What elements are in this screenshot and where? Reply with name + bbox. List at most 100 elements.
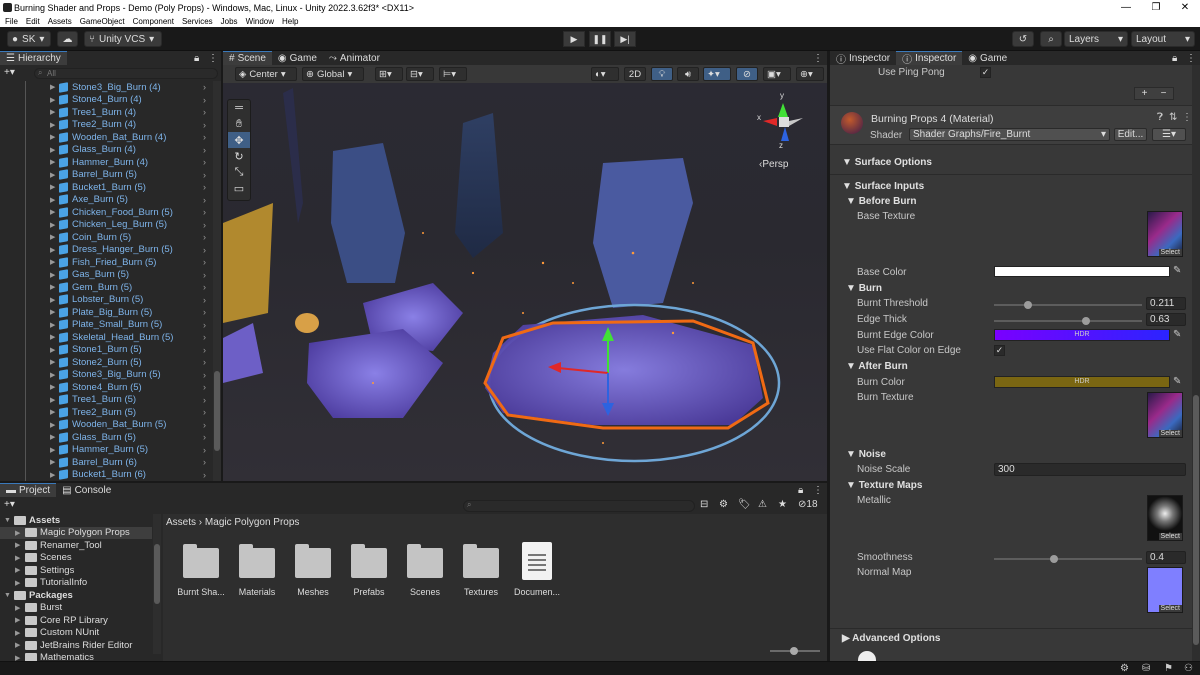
shader-dropdown[interactable]: Shader Graphs/Fire_Burnt ▾: [909, 128, 1110, 141]
burnt-threshold-field[interactable]: 0.211: [1146, 297, 1186, 310]
triangle-right-icon[interactable]: ▶: [50, 296, 55, 304]
folder-tree-item[interactable]: ▶ Settings: [0, 564, 152, 577]
orientation-gizmo[interactable]: y x z: [757, 91, 819, 153]
preset-icon[interactable]: ⇅: [1169, 112, 1177, 123]
chevron-right-icon[interactable]: ›: [203, 370, 206, 380]
triangle-right-icon[interactable]: ▶: [50, 246, 55, 254]
draw-mode-button[interactable]: ◐▾: [591, 67, 619, 81]
asset-item[interactable]: Materials: [229, 534, 285, 634]
hierarchy-row[interactable]: ▶ Stone4_Burn (4) ›: [0, 94, 212, 107]
close-button[interactable]: ✕: [1170, 0, 1200, 15]
edge-thick-slider[interactable]: [994, 317, 1142, 325]
base-texture-slot[interactable]: Select: [1147, 211, 1183, 257]
burnt-threshold-slider[interactable]: [994, 301, 1142, 309]
add-button[interactable]: +▾: [4, 67, 15, 78]
triangle-right-icon[interactable]: ▶: [15, 616, 20, 624]
search-filter-icon[interactable]: ⊟: [700, 499, 708, 510]
chevron-right-icon[interactable]: ›: [203, 270, 206, 280]
hierarchy-row[interactable]: ▶ Gas_Burn (5) ›: [0, 269, 212, 282]
label-filter-icon[interactable]: 🏷︎: [738, 499, 751, 510]
tab-console[interactable]: ▤ Console: [56, 483, 117, 497]
chevron-right-icon[interactable]: ›: [203, 420, 206, 430]
hierarchy-search-input[interactable]: ⌕ All: [34, 68, 218, 79]
chevron-right-icon[interactable]: ›: [203, 382, 206, 392]
hierarchy-row[interactable]: ▶ Stone4_Burn (5) ›: [0, 381, 212, 394]
layers-dropdown[interactable]: Layers ▾: [1064, 31, 1128, 47]
tab-game-inspector[interactable]: ◉ Game: [962, 51, 1013, 65]
menu-edit[interactable]: Edit: [26, 17, 40, 26]
hierarchy-row[interactable]: ▶ Hammer_Burn (4) ›: [0, 156, 212, 169]
tab-inspector-1[interactable]: ⓘ Inspector: [830, 51, 896, 66]
chevron-right-icon[interactable]: ›: [203, 282, 206, 292]
chevron-right-icon[interactable]: ›: [203, 457, 206, 467]
audio-toggle[interactable]: 🔊︎: [677, 67, 699, 81]
debug-icon[interactable]: ⚑: [1164, 663, 1173, 674]
projection-toggle[interactable]: ‹Persp: [759, 159, 788, 170]
menu-file[interactable]: File: [5, 17, 18, 26]
scrollbar-thumb[interactable]: [1193, 395, 1199, 645]
hierarchy-row[interactable]: ▶ Plate_Big_Burn (5) ›: [0, 306, 212, 319]
triangle-right-icon[interactable]: ▶: [50, 421, 55, 429]
maximize-button[interactable]: ❐: [1141, 0, 1171, 15]
create-button[interactable]: +▾: [4, 499, 15, 510]
triangle-right-icon[interactable]: ▶: [50, 308, 55, 316]
chevron-right-icon[interactable]: ›: [203, 320, 206, 330]
normal-map-slot[interactable]: Select: [1147, 567, 1183, 613]
warning-filter-icon[interactable]: ⚠: [758, 499, 767, 510]
favorite-icon[interactable]: ★: [778, 499, 787, 510]
triangle-right-icon[interactable]: ▶: [50, 433, 55, 441]
chevron-right-icon[interactable]: ›: [203, 120, 206, 130]
tree-scrollbar[interactable]: [153, 514, 161, 654]
slider-knob[interactable]: [1082, 317, 1091, 325]
hierarchy-row[interactable]: ▶ Stone2_Burn (5) ›: [0, 356, 212, 369]
noise-scale-field[interactable]: 300: [994, 463, 1186, 476]
breadcrumb-current[interactable]: Magic Polygon Props: [205, 517, 300, 528]
hierarchy-row[interactable]: ▶ Fish_Fried_Burn (5) ›: [0, 256, 212, 269]
pause-button[interactable]: ❚❚: [589, 31, 611, 47]
account-dropdown[interactable]: ● SK ▾: [7, 31, 51, 47]
scrollbar-thumb[interactable]: [214, 371, 220, 451]
lock-icon[interactable]: 🔒︎: [798, 485, 803, 496]
minimize-button[interactable]: —: [1111, 0, 1141, 15]
triangle-right-icon[interactable]: ▶: [50, 358, 55, 366]
grid-snap-button[interactable]: ⊞▾: [375, 67, 403, 81]
folder-tree-item[interactable]: ▶ Core RP Library: [0, 614, 152, 627]
hidden-objects-toggle[interactable]: ⊘: [736, 67, 758, 81]
history-button[interactable]: ↺: [1012, 31, 1034, 47]
triangle-right-icon[interactable]: ▶: [50, 346, 55, 354]
hierarchy-scrollbar[interactable]: [213, 81, 221, 481]
triangle-right-icon[interactable]: ▶: [50, 371, 55, 379]
more-icon[interactable]: ⋮: [208, 53, 218, 64]
help-icon[interactable]: ❓︎: [1157, 112, 1163, 123]
triangle-right-icon[interactable]: ▶: [15, 529, 20, 537]
hierarchy-row[interactable]: ▶ Plate_Small_Burn (5) ›: [0, 319, 212, 332]
menu-assets[interactable]: Assets: [48, 17, 72, 26]
hierarchy-row[interactable]: ▶ Lobster_Burn (5) ›: [0, 294, 212, 307]
folder-tree-item[interactable]: ▶ Renamer_Tool: [0, 539, 152, 552]
more-icon[interactable]: ⋮: [813, 53, 823, 64]
edge-thick-field[interactable]: 0.63: [1146, 313, 1186, 326]
hierarchy-row[interactable]: ▶ Chicken_Leg_Burn (5) ›: [0, 219, 212, 232]
vcs-dropdown[interactable]: ⑂ Unity VCS ▾: [84, 31, 162, 47]
hierarchy-row[interactable]: ▶ Stone3_Big_Burn (5) ›: [0, 369, 212, 382]
asset-item[interactable]: Documen...: [509, 534, 565, 634]
hierarchy-row[interactable]: ▶ Tree2_Burn (4) ›: [0, 119, 212, 132]
chevron-right-icon[interactable]: ›: [203, 470, 206, 480]
burn-foldout[interactable]: ▼ Burn: [846, 283, 882, 294]
folder-tree-item[interactable]: ▶ Custom NUnit: [0, 627, 152, 640]
add-item-button[interactable]: +: [1135, 88, 1154, 99]
more-icon[interactable]: ⋮: [1182, 112, 1192, 123]
play-button[interactable]: ▶: [563, 31, 585, 47]
triangle-right-icon[interactable]: ▶: [50, 333, 55, 341]
asset-item[interactable]: Textures: [453, 534, 509, 634]
burn-color-swatch[interactable]: HDR: [994, 376, 1170, 388]
progress-icon[interactable]: ⚙: [1120, 663, 1129, 674]
scrollbar-thumb[interactable]: [154, 544, 160, 604]
chevron-right-icon[interactable]: ›: [203, 195, 206, 205]
more-icon[interactable]: ⋮: [813, 485, 823, 496]
lock-icon[interactable]: 🔒︎: [194, 53, 199, 64]
triangle-right-icon[interactable]: ▶: [50, 283, 55, 291]
flat-color-checkbox[interactable]: ✓: [994, 345, 1005, 356]
hierarchy-row[interactable]: ▶ Wooden_Bat_Burn (5) ›: [0, 419, 212, 432]
menu-jobs[interactable]: Jobs: [221, 17, 238, 26]
